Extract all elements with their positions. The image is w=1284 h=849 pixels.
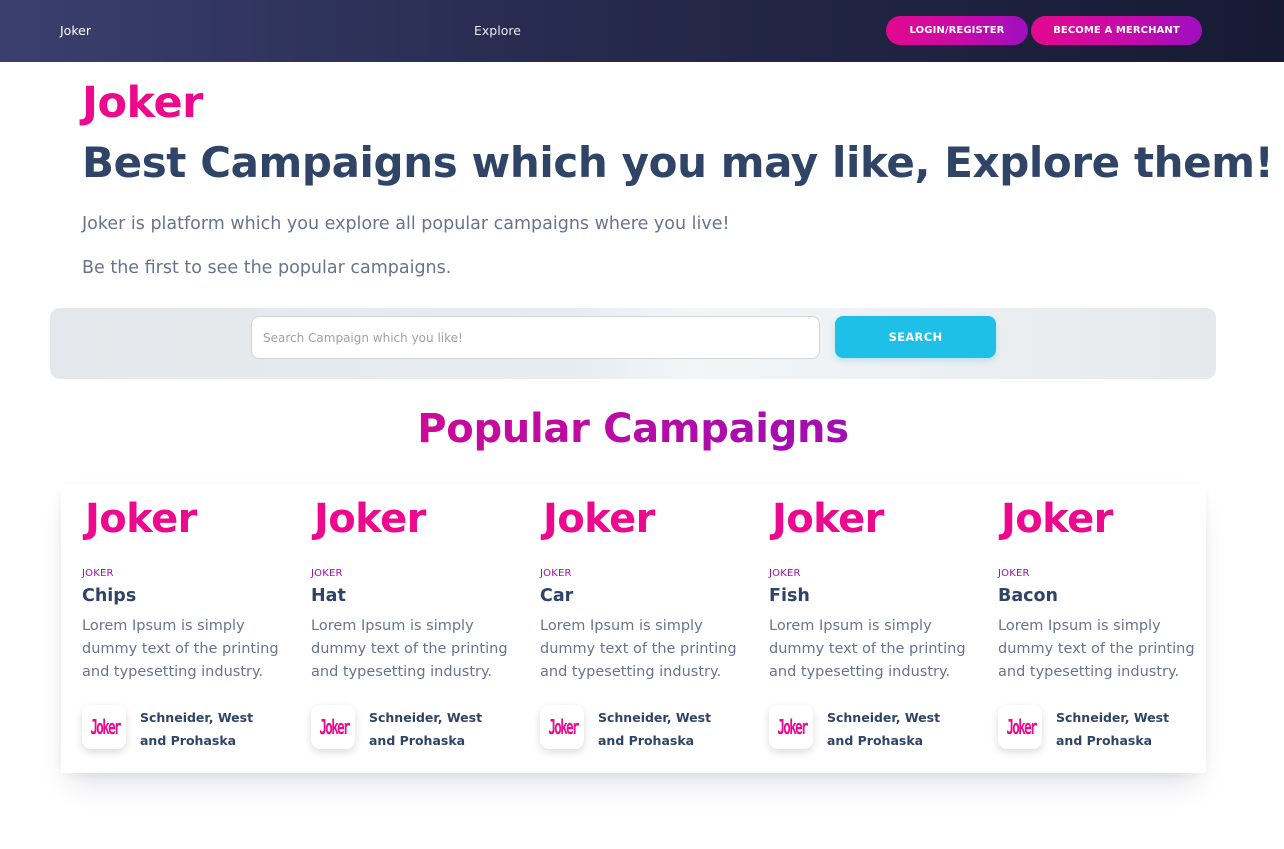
merchant-avatar-logo: Joker — [777, 715, 808, 739]
campaign-title[interactable]: Bacon — [998, 585, 1058, 607]
campaign-tag: JOKER — [540, 568, 572, 579]
campaign-card[interactable]: Joker JOKER Fish Lorem Ipsum is simply d… — [748, 484, 977, 773]
merchant-avatar: Joker — [311, 705, 355, 749]
merchant-name: Schneider, West and Prohaska — [369, 710, 483, 748]
section-title: Popular Campaigns — [0, 402, 1266, 456]
campaign-logo: Joker — [543, 496, 655, 542]
search-input[interactable] — [251, 316, 820, 359]
campaign-card[interactable]: Joker JOKER Car Lorem Ipsum is simply du… — [519, 484, 748, 773]
hero-subtitle-2: Be the first to see the popular campaign… — [82, 258, 452, 278]
campaign-logo: Joker — [772, 496, 884, 542]
merchant-avatar-logo: Joker — [90, 715, 121, 739]
campaign-card[interactable]: Joker JOKER Chips Lorem Ipsum is simply … — [61, 484, 290, 773]
campaign-description: Lorem Ipsum is simply dummy text of the … — [311, 618, 508, 680]
hero-brand: Joker — [82, 78, 203, 128]
merchant-avatar: Joker — [998, 705, 1042, 749]
merchant-name: Schneider, West and Prohaska — [598, 710, 712, 748]
campaign-tag: JOKER — [998, 568, 1030, 579]
campaign-description: Lorem Ipsum is simply dummy text of the … — [998, 618, 1195, 680]
campaign-logo: Joker — [314, 496, 426, 542]
campaign-title[interactable]: Hat — [311, 585, 346, 607]
campaign-title[interactable]: Chips — [82, 585, 136, 607]
campaign-title[interactable]: Fish — [769, 585, 810, 607]
merchant-avatar: Joker — [540, 705, 584, 749]
top-navbar: Joker Explore LOGIN/REGISTER BECOME A ME… — [0, 0, 1284, 62]
login-register-button[interactable]: LOGIN/REGISTER — [886, 16, 1028, 45]
become-merchant-button[interactable]: BECOME A MERCHANT — [1031, 16, 1202, 45]
section-title-text: Popular Campaigns — [417, 406, 849, 452]
hero-subtitle-1: Joker is platform which you explore all … — [82, 214, 730, 234]
campaign-logo: Joker — [85, 496, 197, 542]
merchant-name: Schneider, West and Prohaska — [1056, 710, 1170, 748]
campaign-card[interactable]: Joker JOKER Hat Lorem Ipsum is simply du… — [290, 484, 519, 773]
nav-explore-link[interactable]: Explore — [474, 22, 521, 40]
campaign-logo: Joker — [1001, 496, 1113, 542]
campaign-title[interactable]: Car — [540, 585, 573, 607]
campaign-description: Lorem Ipsum is simply dummy text of the … — [82, 618, 279, 680]
merchant-avatar: Joker — [82, 705, 126, 749]
nav-brand-link[interactable]: Joker — [60, 22, 91, 40]
merchant-name: Schneider, West and Prohaska — [140, 710, 254, 748]
hero-title: Best Campaigns which you may like, Explo… — [82, 138, 1274, 187]
merchant-name: Schneider, West and Prohaska — [827, 710, 941, 748]
campaign-card[interactable]: Joker JOKER Bacon Lorem Ipsum is simply … — [977, 484, 1206, 773]
merchant-avatar-logo: Joker — [548, 715, 579, 739]
merchant-avatar-logo: Joker — [319, 715, 350, 739]
campaign-tag: JOKER — [82, 568, 114, 579]
merchant-avatar: Joker — [769, 705, 813, 749]
campaign-tag: JOKER — [311, 568, 343, 579]
campaign-description: Lorem Ipsum is simply dummy text of the … — [769, 618, 966, 680]
search-button[interactable]: SEARCH — [835, 316, 996, 358]
campaign-tag: JOKER — [769, 568, 801, 579]
merchant-avatar-logo: Joker — [1006, 715, 1037, 739]
campaign-description: Lorem Ipsum is simply dummy text of the … — [540, 618, 737, 680]
